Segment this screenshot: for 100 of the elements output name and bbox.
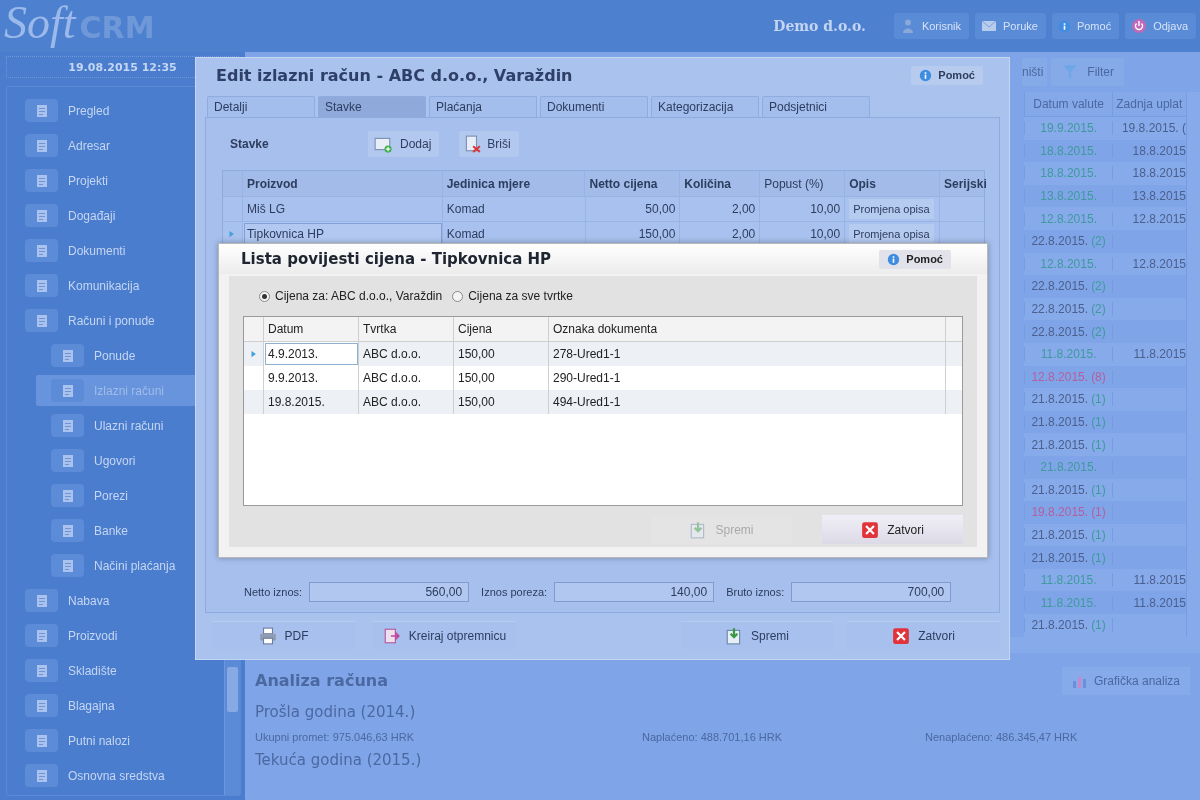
sidebar-item[interactable]: Nabava (23, 585, 114, 616)
table-cell: 21.8.2015. (1031, 482, 1089, 497)
column-header[interactable]: Opis (845, 171, 940, 196)
table-cell: 11.8.2015. (1040, 573, 1097, 588)
info-icon (887, 252, 901, 266)
sidebar-item[interactable]: Banke (36, 515, 205, 546)
count-label: (1) (1091, 618, 1106, 633)
field-label: Netto iznos: (244, 586, 303, 598)
table-cell: 278-Ured1-1 (549, 342, 946, 366)
sidebar-item[interactable]: Načini plaćanja (36, 550, 205, 581)
count-label: (1) (1091, 482, 1106, 497)
table-cell: 18.8.2015. (1040, 143, 1097, 158)
tab[interactable]: Stavke (318, 96, 426, 117)
table-cell: 22.8.2015. (1031, 234, 1089, 249)
envelope-icon (981, 18, 998, 34)
sidebar-item[interactable]: Komunikacija (23, 270, 144, 301)
printer-icon (258, 626, 277, 645)
column-header[interactable]: Količina (680, 171, 761, 196)
column-header[interactable]: Cijena (454, 317, 549, 341)
count-label: (1) (1091, 415, 1106, 429)
radio-button[interactable] (452, 290, 464, 302)
toolbar-button[interactable]: Dodaj (368, 131, 440, 157)
sidebar-item[interactable]: Adresar (23, 130, 115, 161)
sidebar-item[interactable]: Osnovna sredstva (23, 760, 169, 791)
stat-text: Naplaćeno: 488.701,16 HRK (642, 730, 784, 743)
input-field[interactable]: 560,00 (309, 582, 470, 602)
input-field[interactable]: 700,00 (791, 582, 952, 602)
description-button[interactable]: Promjena opisa (849, 199, 934, 219)
column-header[interactable]: Jedinica mjere (442, 171, 586, 196)
radio-option[interactable]: Cijena za: ABC d.o.o., Varaždin (259, 289, 443, 303)
sidebar-item[interactable]: Ugovori (36, 445, 205, 476)
dialog-button[interactable]: Zatvori (822, 515, 963, 544)
help-button[interactable]: Pomoć (911, 65, 983, 85)
company-name: Demo d.o.o. (773, 18, 866, 34)
column-header[interactable]: Oznaka dokumenta (549, 317, 946, 341)
table-cell: 11.8.2015 (1133, 347, 1186, 362)
column-header[interactable]: Popust (%) (760, 171, 846, 196)
sidebar-item[interactable]: Dokumenti (23, 235, 130, 266)
table-cell: 19.8.2015. ( (1121, 121, 1186, 136)
sidebar-item[interactable]: Pregled (23, 95, 114, 126)
table-cell: 150,00 (454, 390, 549, 414)
dialog-title: Lista povijesti cijena - Tipkovnica HP (241, 250, 552, 268)
sidebar-item[interactable]: Proizvodi (23, 620, 122, 651)
input-field[interactable]: 140,00 (554, 582, 715, 602)
table-cell: 18.8.2015 (1132, 166, 1186, 181)
sidebar-item[interactable]: Ponude (36, 340, 205, 371)
table-cell: 21.8.2015. (1031, 618, 1089, 633)
column-header[interactable]: Netto cijena (585, 171, 681, 196)
tab[interactable]: Kategorizacija (651, 96, 759, 117)
radio-option[interactable]: Cijena za sve tvrtke (452, 289, 573, 303)
table-cell: 12.8.2015. (1031, 369, 1089, 384)
table-cell: 19.8.2015. (264, 390, 359, 414)
sidebar-item[interactable]: Projekti (23, 165, 112, 196)
count-label: (1) (1091, 550, 1106, 565)
table-cell: 12.8.2015 (1132, 211, 1186, 226)
column-header[interactable]: Proizvod (242, 171, 443, 196)
section-title: Analiza računa (255, 671, 388, 691)
table-cell: Tipkovnica HP (242, 222, 443, 246)
description-button[interactable]: Promjena opisa (849, 224, 934, 244)
tab[interactable]: Podsjetnici (762, 96, 870, 117)
subsection-title: Prošla godina (2014.) (255, 702, 417, 721)
table-cell: 18.8.2015 (1132, 143, 1186, 158)
count-label: (2) (1091, 302, 1106, 317)
sidebar-item[interactable]: Blagajna (23, 690, 119, 721)
table-cell: 11.8.2015. (1040, 595, 1097, 610)
table-cell: 21.8.2015. (1031, 415, 1089, 429)
column-header[interactable]: Serijski (940, 171, 984, 196)
table-cell: 22.8.2015. (1031, 279, 1089, 294)
table-cell: 21.8.2015. (1040, 460, 1097, 475)
table-cell: 21.8.2015. (1031, 392, 1089, 407)
table-cell: 19.8.2015. (1031, 505, 1089, 520)
table-cell: 150,00 (454, 342, 549, 366)
table-cell: 11.8.2015. (1040, 347, 1097, 362)
sidebar-item[interactable]: Događaji (23, 200, 120, 231)
tab[interactable]: Dokumenti (540, 96, 648, 117)
close-icon (861, 520, 880, 539)
count-label: (8) (1091, 369, 1106, 384)
table-cell: 22.8.2015. (1031, 302, 1089, 317)
radio-button[interactable] (259, 290, 270, 302)
table-cell: 22.8.2015. (1031, 324, 1089, 339)
count-label: (2) (1091, 324, 1106, 339)
tab[interactable]: Plaćanja (429, 96, 537, 117)
sidebar-item[interactable]: Računi i ponude (23, 305, 159, 336)
sidebar-item[interactable]: Ulazni računi (36, 410, 205, 441)
sidebar-item[interactable]: Putni nalozi (23, 725, 135, 756)
stat-text: Ukupni promet: 975.046,63 HRK (255, 730, 415, 743)
table-cell: ABC d.o.o. (359, 342, 454, 366)
count-label: (1) (1091, 528, 1106, 542)
table-cell: 21.8.2015. (1031, 528, 1089, 542)
help-button[interactable]: Pomoć (879, 249, 951, 269)
column-header[interactable]: Datum (264, 317, 359, 341)
tab[interactable]: Detalji (207, 96, 315, 117)
table-cell: 11.8.2015 (1133, 573, 1186, 588)
save-document-icon (725, 626, 743, 645)
subsection-title: Tekuća godina (2015.) (255, 750, 423, 769)
column-header[interactable]: Tvrtka (359, 317, 454, 341)
table-cell: 21.8.2015. (1031, 437, 1089, 452)
toolbar-button[interactable]: Briši (459, 131, 519, 157)
table-cell: 13.8.2015 (1132, 189, 1186, 204)
sidebar-item[interactable]: Skladište (23, 655, 121, 686)
